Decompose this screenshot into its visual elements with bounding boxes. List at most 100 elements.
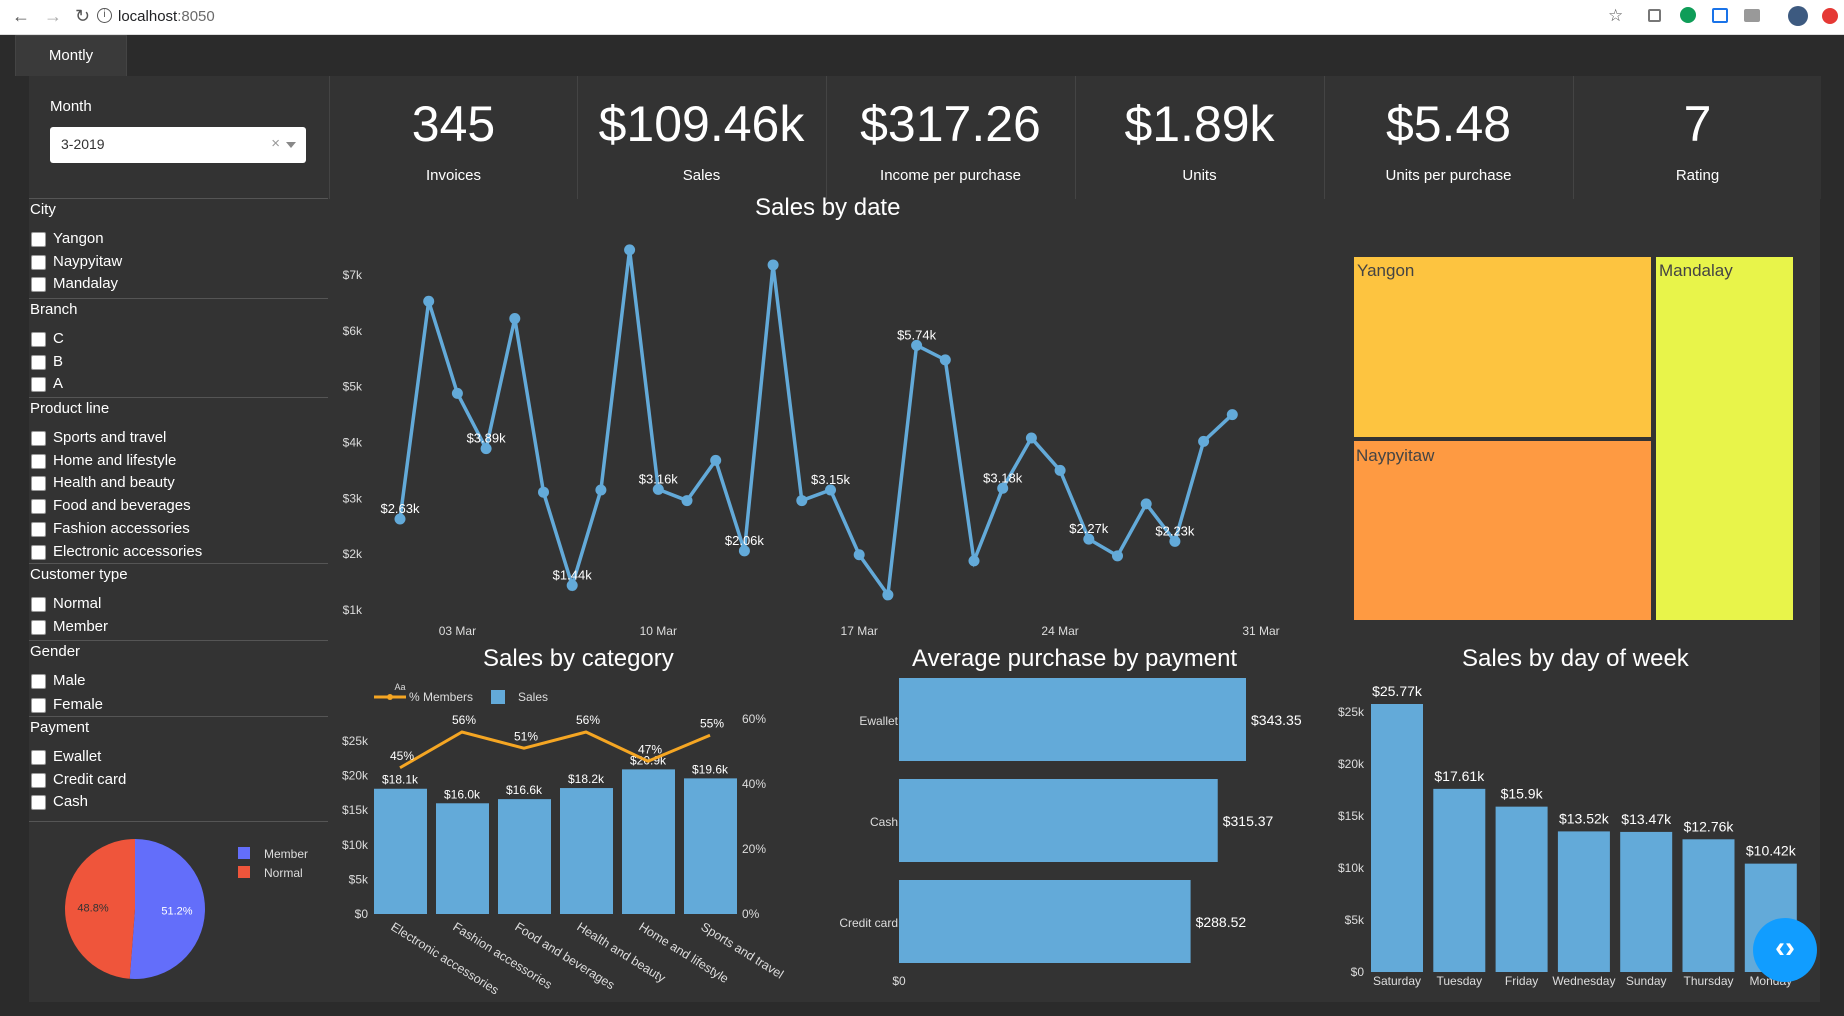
data-point: [767, 259, 779, 271]
treemap-label: Naypyitaw: [1356, 446, 1435, 465]
day-bar: [1557, 831, 1610, 972]
treemap-label: Mandalay: [1659, 261, 1733, 280]
pie-legend-swatch: [238, 866, 250, 878]
day-tick-label: Sunday: [1626, 974, 1667, 988]
bar-label: $16.0k: [444, 787, 481, 801]
bar-label: $343.35: [1251, 712, 1302, 728]
bar-label: $18.1k: [382, 773, 419, 787]
treemap-label: Yangon: [1357, 261, 1414, 280]
bar-label: $16.6k: [506, 783, 543, 797]
bar-label: $10.42k: [1746, 843, 1797, 859]
x-tick-label: 17 Mar: [841, 624, 878, 638]
payment-tick-label: Credit card: [839, 916, 898, 930]
y-tick-label: $1k: [343, 603, 363, 617]
data-point: [710, 454, 722, 466]
data-point: [1140, 498, 1152, 510]
y-tick-label: $2k: [343, 547, 363, 561]
data-label: $2.63k: [380, 501, 420, 516]
payment-bar: [899, 779, 1218, 862]
line-label: 56%: [452, 713, 476, 727]
data-point: [1226, 409, 1238, 421]
pie-legend-swatch: [238, 847, 250, 859]
data-point: [624, 244, 636, 256]
data-point: [538, 486, 549, 498]
payment-bar: [899, 880, 1191, 963]
pie-label: 51.2%: [161, 906, 192, 918]
data-point: [595, 484, 607, 496]
data-point: [939, 354, 951, 366]
category-bar: [684, 778, 737, 914]
payment-tick-label: Ewallet: [859, 714, 898, 728]
bar-label: $13.52k: [1559, 810, 1610, 826]
y2-tick-label: 40%: [742, 777, 766, 791]
legend-dot: [387, 694, 393, 700]
day-tick-label: Wednesday: [1552, 974, 1615, 988]
day-tick-label: Saturday: [1373, 974, 1421, 988]
legend-glyph: Aa: [394, 682, 405, 692]
y-tick-label: $25k: [1338, 705, 1365, 719]
bar-label: $25.77k: [1372, 683, 1423, 699]
line-label: 56%: [576, 713, 600, 727]
x-tick-label: 03 Mar: [439, 624, 476, 638]
y2-tick-label: 20%: [742, 842, 766, 856]
legend-label: % Members: [409, 690, 473, 704]
y-tick-label: $20k: [342, 769, 369, 783]
data-point: [882, 589, 894, 601]
y-tick-label: $3k: [343, 491, 363, 505]
y-tick-label: $15k: [1338, 809, 1365, 823]
y-tick-label: $5k: [343, 380, 363, 394]
y-tick-label: $5k: [349, 872, 369, 886]
bar-label: $17.61k: [1434, 768, 1485, 784]
data-point: [1025, 432, 1037, 444]
day-bar: [1682, 839, 1735, 972]
bar-label: $12.76k: [1684, 818, 1735, 834]
bar-label: $315.37: [1223, 813, 1274, 829]
y-tick-label: $10k: [342, 838, 369, 852]
y2-tick-label: 60%: [742, 712, 766, 726]
data-point: [451, 387, 463, 399]
day-bar: [1433, 788, 1486, 972]
data-point: [1198, 435, 1210, 447]
y-tick-label: $7k: [343, 268, 363, 282]
y-tick-label: $0: [355, 907, 369, 921]
line-label: 45%: [390, 749, 414, 763]
data-point: [796, 495, 808, 507]
bar-label: $18.2k: [568, 772, 605, 786]
data-label: $5.74k: [897, 327, 937, 342]
data-point: [509, 313, 521, 325]
day-tick-label: Friday: [1505, 974, 1538, 988]
day-bar: [1371, 704, 1423, 972]
pie-label: 48.8%: [77, 902, 108, 914]
day-tick-label: Tuesday: [1437, 974, 1483, 988]
data-label: $3.16k: [639, 471, 679, 486]
x-tick-label: 10 Mar: [640, 624, 677, 638]
bar-label: $19.6k: [692, 762, 729, 776]
line-label: 47%: [638, 742, 662, 756]
data-point: [853, 549, 865, 561]
category-bar: [498, 799, 551, 914]
y2-tick-label: 0%: [742, 907, 760, 921]
legend-label: Sales: [518, 690, 548, 704]
sales-line: [398, 249, 1234, 600]
y-tick-label: $0: [1351, 965, 1365, 979]
treemap-naypyitaw: [1352, 439, 1653, 622]
bar-label: $288.52: [1196, 914, 1247, 930]
debug-menu-button[interactable]: ‹›: [1753, 918, 1817, 982]
data-label: $2.06k: [725, 533, 765, 548]
data-point: [968, 555, 980, 567]
charts-canvas: $1k $2k $3k $4k $5k $6k $7k 03 Mar 10 Mar 17 Mar 2…: [64, 244, 1797, 997]
y-tick-label: $10k: [1338, 861, 1365, 875]
treemap-mandalay: [1654, 255, 1795, 622]
category-tick-label: Food and beverages: [512, 920, 617, 993]
category-bar: [436, 803, 489, 914]
y-tick-label: $5k: [1345, 913, 1365, 927]
line-label: 51%: [514, 729, 538, 743]
x-tick-label: 31 Mar: [1242, 624, 1279, 638]
payment-tick-label: Cash: [870, 815, 898, 829]
treemap-yangon: [1352, 255, 1653, 439]
data-label: $3.18k: [983, 470, 1023, 485]
y-tick-label: $6k: [343, 324, 363, 338]
data-label: $2.23k: [1155, 523, 1195, 538]
legend-bar-swatch: [491, 690, 505, 704]
data-point: [1112, 550, 1123, 562]
